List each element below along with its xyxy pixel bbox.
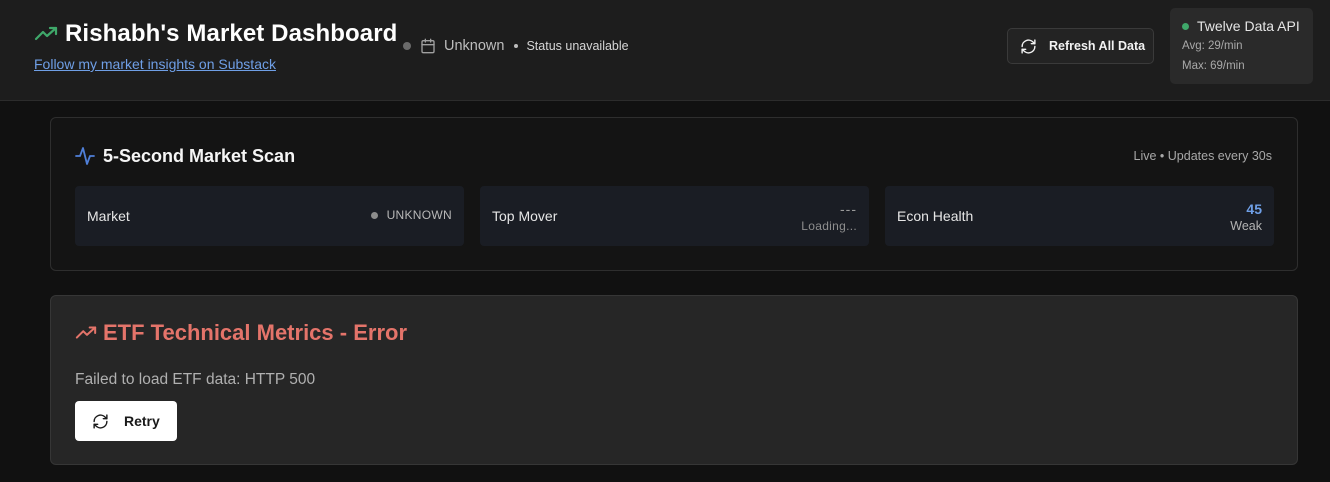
market-status-dot <box>370 211 378 219</box>
api-max-rate: Max: 69/min <box>1182 60 1245 72</box>
refresh-all-button[interactable]: Refresh All Data <box>1007 28 1154 64</box>
etf-error-message: Failed to load ETF data: HTTP 500 <box>75 371 316 388</box>
market-tile: Market UNKNOWN <box>75 186 464 246</box>
market-tile-value: UNKNOWN <box>386 208 452 222</box>
live-update-label: Live • Updates every 30s <box>1133 149 1272 163</box>
top-mover-label: Top Mover <box>492 208 558 224</box>
api-usage-panel: Twelve Data API Avg: 29/min Max: 69/min <box>1170 8 1313 84</box>
app-header: Rishabh's Market Dashboard Follow my mar… <box>0 0 1330 101</box>
market-tile-label: Market <box>87 208 130 224</box>
econ-health-sub: Weak <box>1230 219 1262 233</box>
refresh-icon <box>1020 38 1037 55</box>
refresh-all-label: Refresh All Data <box>1049 39 1146 53</box>
api-status-dot <box>1182 22 1189 30</box>
market-scan-title: 5-Second Market Scan <box>103 145 296 166</box>
refresh-icon <box>92 413 109 430</box>
trending-up-icon <box>75 322 97 344</box>
calendar-icon <box>420 38 436 54</box>
market-status-dot <box>403 42 411 50</box>
econ-health-value: 45 <box>1246 201 1262 217</box>
trending-up-icon <box>34 22 58 46</box>
api-name: Twelve Data API <box>1197 18 1300 34</box>
status-text: Status unavailable <box>526 39 629 53</box>
substack-link[interactable]: Follow my market insights on Substack <box>34 56 276 72</box>
top-mover-value: --- <box>840 201 857 217</box>
activity-icon <box>75 145 95 167</box>
brand: Rishabh's Market Dashboard <box>34 20 397 48</box>
top-mover-tile: Top Mover --- Loading... <box>480 186 869 246</box>
market-status: Unknown Status unavailable <box>403 36 629 56</box>
etf-error-card: ETF Technical Metrics - Error Failed to … <box>50 295 1298 465</box>
market-date-text: Unknown <box>444 38 505 54</box>
retry-button[interactable]: Retry <box>75 401 177 441</box>
econ-health-label: Econ Health <box>897 208 974 224</box>
etf-error-title: ETF Technical Metrics - Error <box>103 320 408 345</box>
top-mover-sub: Loading... <box>801 219 857 233</box>
page-title: Rishabh's Market Dashboard <box>65 20 398 47</box>
market-scan-card: 5-Second Market Scan Live • Updates ever… <box>50 117 1298 271</box>
econ-health-tile: Econ Health 45 Weak <box>885 186 1274 246</box>
retry-label: Retry <box>124 413 160 429</box>
separator-dot <box>514 44 519 48</box>
api-avg-rate: Avg: 29/min <box>1182 40 1243 52</box>
